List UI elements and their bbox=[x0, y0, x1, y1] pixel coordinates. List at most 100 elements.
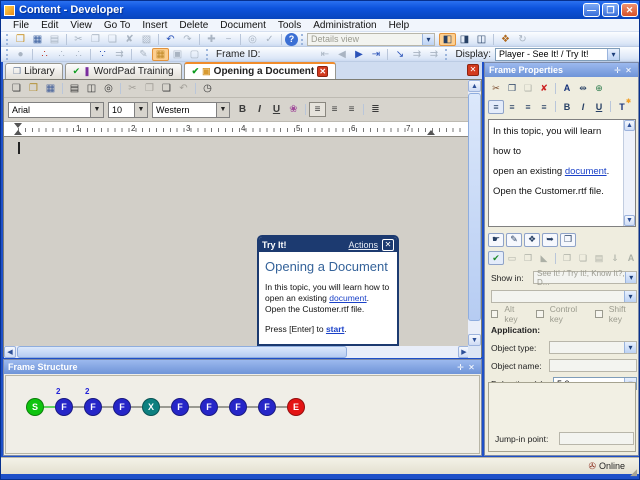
linked-frames-icon[interactable]: ∵ bbox=[94, 48, 111, 61]
fp-bold-icon[interactable]: B bbox=[559, 100, 575, 114]
panel-close-icon[interactable]: ✕ bbox=[623, 66, 634, 75]
branch-icon[interactable]: ↘ bbox=[391, 48, 408, 61]
menu-help[interactable]: Help bbox=[383, 20, 416, 31]
scroll-up-icon[interactable]: ▲ bbox=[624, 120, 635, 131]
layout-single-icon[interactable]: ◧ bbox=[439, 32, 456, 46]
fp-page-icon[interactable]: ▤ bbox=[591, 251, 607, 265]
first-frame-icon[interactable]: ⇤ bbox=[316, 48, 333, 61]
tryit-bubble-header[interactable]: Try It! Actions ✕ bbox=[259, 237, 397, 252]
wordpad-document-area[interactable] bbox=[4, 137, 470, 346]
save-icon[interactable]: ▦ bbox=[29, 33, 46, 46]
tab-library[interactable]: ❒ Library bbox=[5, 63, 63, 79]
fp-delete-icon[interactable]: ✘ bbox=[536, 81, 552, 95]
close-button[interactable]: ✕ bbox=[621, 3, 638, 17]
chevron-down-icon[interactable]: ▾ bbox=[624, 291, 636, 302]
pin-icon[interactable]: ✛ bbox=[455, 363, 466, 372]
fp-display-icon[interactable]: ❖ bbox=[524, 232, 540, 247]
redo-path-icon[interactable]: ⇉ bbox=[408, 48, 425, 61]
fp-copy-icon[interactable]: ❐ bbox=[504, 81, 520, 95]
show-in-combo[interactable]: See It! / Try It!, Know It?, D... ▾ bbox=[533, 269, 637, 287]
delete-icon[interactable]: ✘ bbox=[121, 33, 138, 46]
chevron-down-icon[interactable]: ▾ bbox=[624, 342, 636, 353]
fp-font-icon[interactable]: A bbox=[559, 81, 575, 95]
menu-delete[interactable]: Delete bbox=[173, 20, 214, 31]
menu-goto[interactable]: Go To bbox=[98, 20, 137, 31]
fp-cut-icon[interactable]: ✂ bbox=[488, 81, 504, 95]
fp-align-left-icon[interactable]: ≡ bbox=[488, 99, 504, 114]
fp-hand-icon[interactable]: ☛ bbox=[488, 232, 504, 247]
control-key-checkbox[interactable] bbox=[536, 310, 544, 318]
fp-page-down-icon[interactable]: ⇓ bbox=[607, 251, 623, 265]
undo-icon[interactable]: ↶ bbox=[162, 33, 179, 46]
next-frame-icon[interactable]: ▶ bbox=[350, 48, 367, 61]
frame-text-scrollbar[interactable]: ▲ ▼ bbox=[623, 120, 635, 226]
keystroke-combo[interactable]: ▾ bbox=[491, 290, 637, 303]
fp-folder-icon[interactable]: ❒ bbox=[520, 251, 536, 265]
menu-insert[interactable]: Insert bbox=[136, 20, 173, 31]
fp-fill-icon[interactable]: ◣ bbox=[536, 251, 552, 265]
properties-icon[interactable]: ❖ bbox=[497, 33, 514, 46]
document-link[interactable]: document bbox=[329, 293, 366, 303]
menu-document[interactable]: Document bbox=[214, 20, 272, 31]
frame-structure-canvas[interactable]: S 2 F 2 F F X F F F F E bbox=[5, 375, 480, 454]
tab-wordpad-training[interactable]: ✔ ❚ WordPad Training bbox=[64, 63, 182, 79]
fp-italic-icon[interactable]: I bbox=[575, 100, 591, 114]
fp-preview-icon[interactable]: ➥ bbox=[542, 232, 558, 247]
frame-text-editor[interactable]: In this topic, you will learn how to ope… bbox=[488, 119, 636, 227]
scroll-down-icon[interactable]: ▼ bbox=[468, 334, 481, 346]
fp-copy2-icon[interactable]: ❐ bbox=[559, 251, 575, 265]
scrollbar-thumb[interactable] bbox=[468, 93, 481, 321]
fp-resize-text-icon[interactable]: ⇹ bbox=[575, 81, 591, 95]
last-frame-icon[interactable]: ⇥ bbox=[367, 48, 384, 61]
bubble-close-icon[interactable]: ✕ bbox=[382, 238, 394, 251]
package-alt-icon[interactable]: ▢ bbox=[186, 48, 203, 61]
find-icon[interactable]: ◎ bbox=[244, 33, 261, 46]
frame-node[interactable]: F bbox=[200, 398, 218, 416]
layout-horizontal-icon[interactable]: ◨ bbox=[456, 33, 473, 46]
fp-copy-plus-icon[interactable]: ❏ bbox=[575, 251, 591, 265]
fp-paste-icon[interactable]: ❑ bbox=[520, 81, 536, 95]
fp-hyperlink-icon[interactable]: ⊕ bbox=[591, 81, 607, 95]
redo-icon[interactable]: ↷ bbox=[179, 33, 196, 46]
jump-in-field[interactable] bbox=[558, 432, 634, 445]
record-icon[interactable]: ● bbox=[12, 48, 29, 61]
object-type-combo[interactable]: ▾ bbox=[549, 341, 637, 354]
scrollbar-thumb[interactable] bbox=[17, 346, 347, 358]
fp-align-right-icon[interactable]: ≡ bbox=[520, 100, 536, 114]
chevron-down-icon[interactable]: ▾ bbox=[607, 48, 620, 60]
scroll-up-icon[interactable]: ▲ bbox=[468, 80, 481, 92]
frame-node[interactable]: F bbox=[55, 398, 73, 416]
frame-node[interactable]: F bbox=[84, 398, 102, 416]
chevron-down-icon[interactable]: ▾ bbox=[422, 33, 434, 45]
frame-node[interactable]: F bbox=[113, 398, 131, 416]
open-icon[interactable]: ❒ bbox=[12, 33, 29, 46]
scroll-down-icon[interactable]: ▼ bbox=[624, 215, 635, 226]
fp-edit-template-icon[interactable]: ✎ bbox=[506, 232, 522, 247]
fp-notes-icon[interactable]: ❒ bbox=[560, 232, 576, 247]
frame-node[interactable]: F bbox=[171, 398, 189, 416]
object-name-field[interactable] bbox=[549, 359, 637, 372]
fp-align-justify-icon[interactable]: ≡ bbox=[536, 100, 552, 114]
frame-node[interactable]: F bbox=[229, 398, 247, 416]
editor-vertical-scrollbar[interactable]: ▲ ▼ bbox=[468, 80, 481, 346]
help-icon[interactable]: ? bbox=[285, 32, 298, 46]
close-document-button[interactable]: ✕ bbox=[467, 64, 479, 76]
fp-text-effects-icon[interactable]: T bbox=[614, 98, 631, 114]
fp-check-edit-icon[interactable]: ✔ bbox=[488, 251, 504, 265]
layout-vertical-icon[interactable]: ◫ bbox=[473, 33, 490, 46]
scroll-left-icon[interactable]: ◀ bbox=[4, 346, 16, 358]
resize-grip[interactable]: ◢ bbox=[630, 467, 637, 478]
shift-key-checkbox[interactable] bbox=[595, 310, 603, 318]
expand-icon[interactable]: ✚ bbox=[203, 33, 220, 46]
document-link[interactable]: document bbox=[565, 166, 607, 177]
stamp-icon[interactable]: ▧ bbox=[138, 33, 155, 46]
cut-icon[interactable]: ✂ bbox=[70, 33, 87, 46]
frame-node-decision[interactable]: X bbox=[142, 398, 160, 416]
spellcheck-icon[interactable]: ✓ bbox=[261, 33, 278, 46]
editor-horizontal-scrollbar[interactable]: ◀ ▶ bbox=[4, 346, 470, 358]
alt-key-checkbox[interactable] bbox=[491, 310, 499, 318]
start-link[interactable]: start bbox=[326, 324, 344, 334]
panel-close-icon[interactable]: ✕ bbox=[466, 363, 477, 372]
menu-view[interactable]: View bbox=[64, 20, 98, 31]
new-section-icon[interactable]: ∴ bbox=[53, 48, 70, 61]
